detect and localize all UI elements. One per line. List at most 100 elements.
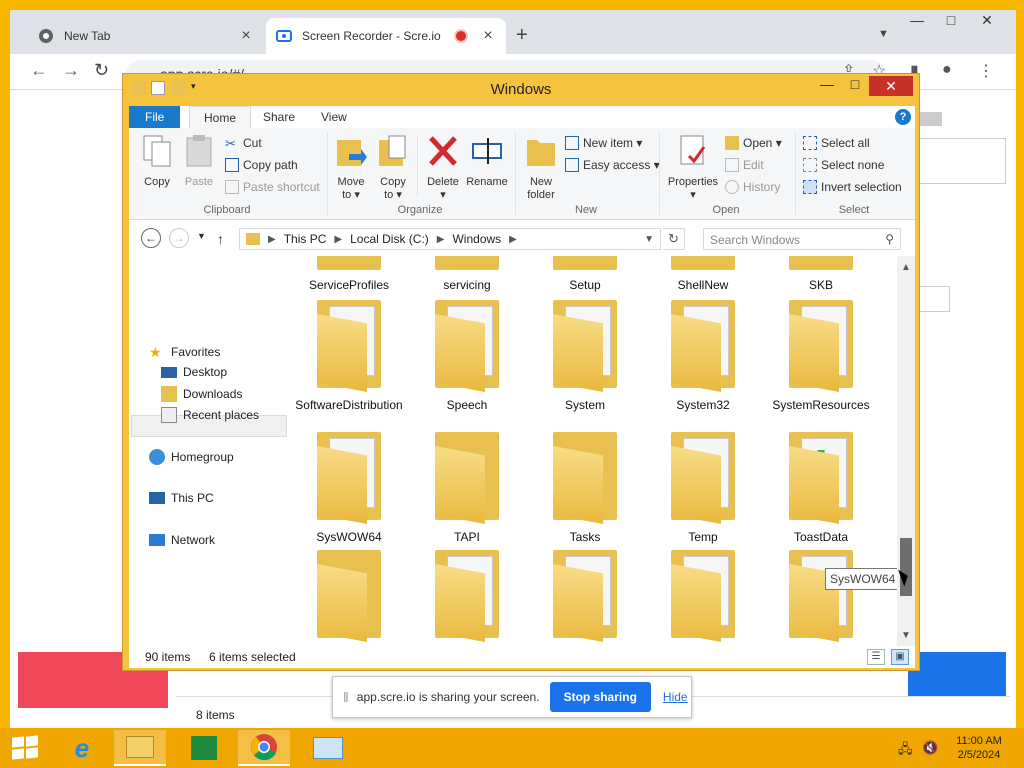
copy-to-button[interactable]: Copy to ▾ — [371, 134, 415, 202]
maximize-icon[interactable]: □ — [934, 12, 968, 28]
minimize-icon[interactable]: — — [900, 12, 934, 28]
folder-item[interactable]: System32 — [645, 296, 761, 412]
menu-icon[interactable]: ⋮ — [978, 61, 994, 81]
drag-handle-icon[interactable]: ‖ — [343, 689, 349, 705]
folder-item[interactable]: Tasks — [527, 428, 643, 544]
easy-access-button[interactable]: Easy access ▾ — [565, 158, 660, 172]
tab-new-tab[interactable]: New Tab × — [28, 18, 264, 54]
open-button[interactable]: Open ▾ — [725, 136, 782, 150]
select-all-button[interactable]: Select all — [803, 136, 870, 150]
help-icon[interactable]: ? — [895, 109, 911, 125]
forward-icon[interactable]: → — [62, 60, 80, 81]
new-item-button[interactable]: New item ▾ — [565, 136, 642, 150]
search-input[interactable]: Search Windows ⚲ — [703, 228, 901, 250]
internet-explorer-icon[interactable]: e — [56, 730, 108, 766]
chevron-right-icon[interactable]: ▶ — [268, 234, 276, 245]
recent-locations-icon[interactable]: ▼ — [197, 231, 206, 241]
folder-item[interactable]: System — [527, 296, 643, 412]
folder-item[interactable]: SKB — [763, 256, 879, 292]
folder-item[interactable]: servicing — [409, 256, 525, 292]
large-icons-view-icon[interactable]: ▣ — [891, 649, 909, 665]
tab-view[interactable]: View — [307, 106, 361, 128]
refresh-icon[interactable]: ↻ — [663, 228, 685, 250]
properties-button[interactable]: Properties ▾ — [665, 134, 721, 202]
network-tray-icon[interactable]: 🖧 — [898, 740, 913, 762]
chevron-down-icon[interactable]: ▼ — [878, 28, 889, 40]
folder-item[interactable]: ServiceProfiles — [291, 256, 407, 292]
scroll-up-icon[interactable]: ▲ — [897, 262, 915, 273]
tab-file[interactable]: File — [129, 106, 181, 128]
cut-button[interactable]: ✂ Cut — [225, 136, 262, 151]
chevron-right-icon[interactable]: ▶ — [437, 234, 445, 245]
paste-shortcut-button[interactable]: Paste shortcut — [225, 180, 320, 194]
reload-icon[interactable]: ↻ — [94, 60, 109, 81]
folder-item[interactable] — [409, 546, 525, 646]
folder-item[interactable]: ToastData — [763, 428, 879, 544]
folder-item[interactable] — [527, 546, 643, 646]
copy-path-button[interactable]: Copy path — [225, 158, 298, 172]
close-icon[interactable]: ✕ — [869, 76, 913, 96]
rename-button[interactable]: Rename — [465, 134, 509, 189]
copy-button[interactable]: Copy — [135, 134, 179, 189]
nav-homegroup[interactable]: Homegroup — [149, 449, 234, 465]
folder-item[interactable]: Setup — [527, 256, 643, 292]
tab-home[interactable]: Home — [189, 106, 252, 128]
new-tab-icon[interactable]: + — [516, 24, 528, 47]
folder-item[interactable]: ShellNew — [645, 256, 761, 292]
breadcrumb-local-disk[interactable]: Local Disk (C:) — [350, 232, 429, 246]
new-folder-button[interactable]: New folder — [519, 134, 563, 202]
details-view-icon[interactable]: ☰ — [867, 649, 885, 665]
back-icon[interactable]: ← — [141, 228, 161, 248]
address-box[interactable]: ▶ This PC ▶ Local Disk (C:) ▶ Windows ▶ … — [239, 228, 661, 250]
up-icon[interactable]: ↑ — [217, 231, 224, 247]
select-none-button[interactable]: Select none — [803, 158, 884, 172]
chevron-right-icon[interactable]: ▶ — [334, 234, 342, 245]
history-button[interactable]: History — [725, 180, 780, 194]
breadcrumb-windows[interactable]: Windows — [452, 232, 501, 246]
nav-recent-places[interactable]: Recent places — [161, 407, 259, 423]
invert-selection-button[interactable]: Invert selection — [803, 180, 902, 194]
file-explorer-icon[interactable] — [114, 730, 166, 766]
chrome-icon[interactable] — [238, 730, 290, 766]
scroll-thumb[interactable] — [900, 538, 912, 596]
minimize-icon[interactable]: — — [813, 76, 841, 96]
close-tab-icon[interactable]: × — [238, 27, 254, 45]
folder-item[interactable]: Temp — [645, 428, 761, 544]
nav-downloads[interactable]: Downloads — [161, 386, 242, 402]
hide-link[interactable]: Hide — [663, 690, 688, 704]
profile-icon[interactable]: ● — [942, 61, 952, 79]
stop-sharing-button[interactable]: Stop sharing — [549, 682, 651, 712]
move-to-button[interactable]: Move to ▾ — [329, 134, 373, 202]
tab-screen-recorder[interactable]: Screen Recorder - Scre.io × — [266, 18, 506, 54]
nav-favorites[interactable]: ★ Favorites — [149, 344, 220, 360]
close-icon[interactable]: ✕ — [970, 12, 1004, 29]
nav-desktop[interactable]: Desktop — [161, 365, 227, 379]
folder-item[interactable] — [763, 546, 879, 646]
nav-this-pc[interactable]: This PC — [149, 491, 214, 505]
clock[interactable]: 11:00 AM 2/5/2024 — [944, 734, 1014, 762]
vertical-scrollbar[interactable]: ▲ ▼ — [897, 256, 915, 646]
chevron-right-icon[interactable]: ▶ — [509, 234, 517, 245]
remote-desktop-icon[interactable] — [302, 730, 354, 766]
folder-item[interactable]: SystemResources — [763, 296, 879, 412]
folder-item[interactable] — [291, 546, 407, 646]
close-tab-icon[interactable]: × — [480, 27, 496, 45]
folder-item[interactable]: Speech — [409, 296, 525, 412]
edit-button[interactable]: Edit — [725, 158, 764, 172]
folder-item[interactable]: TAPI — [409, 428, 525, 544]
scroll-down-icon[interactable]: ▼ — [897, 630, 915, 641]
nav-network[interactable]: Network — [149, 533, 215, 547]
store-icon[interactable] — [178, 730, 230, 766]
back-icon[interactable]: ← — [30, 60, 48, 81]
breadcrumb-this-pc[interactable]: This PC — [284, 232, 327, 246]
delete-button[interactable]: Delete ▾ — [421, 134, 465, 202]
start-icon[interactable] — [12, 735, 38, 760]
folder-item[interactable]: SoftwareDistribution — [291, 296, 407, 412]
forward-icon[interactable]: → — [169, 228, 189, 248]
paste-button[interactable]: Paste — [177, 134, 221, 189]
maximize-icon[interactable]: □ — [841, 76, 869, 96]
title-bar[interactable]: ▾ Windows — □ ✕ — [123, 74, 919, 104]
folder-item[interactable]: SysWOW64 — [291, 428, 407, 544]
tab-share[interactable]: Share — [249, 106, 309, 128]
volume-muted-icon[interactable]: 🔇 — [922, 740, 938, 756]
